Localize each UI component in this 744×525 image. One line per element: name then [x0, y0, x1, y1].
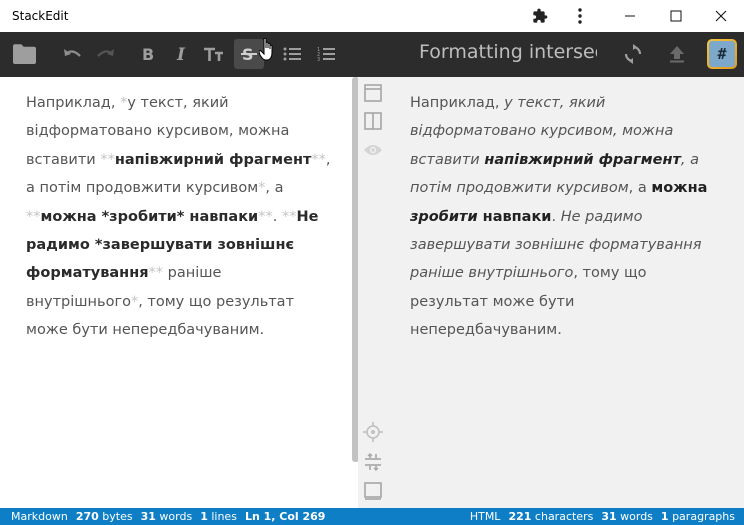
markdown-marker: ** [148, 265, 164, 282]
preview-mode-label: HTML [469, 510, 501, 523]
publish-icon[interactable] [662, 39, 692, 69]
lines-count: 1 [200, 510, 208, 523]
undo-icon[interactable] [57, 39, 87, 69]
maximize-icon[interactable] [653, 0, 699, 32]
scroll-sync-icon[interactable] [363, 422, 383, 442]
document-title[interactable]: Formatting intersecting [419, 41, 597, 63]
text-run: , а [628, 180, 652, 197]
svg-text:3: 3 [317, 57, 320, 62]
status-bar: Markdown 270 bytes 31 words 1 lines Ln 1, Co… [0, 508, 744, 525]
preview-words-count: 31 [601, 510, 617, 523]
more-vert-icon[interactable] [557, 0, 603, 32]
bold-icon[interactable]: B [133, 39, 163, 69]
markdown-marker: ** [281, 208, 297, 225]
editor-content[interactable]: Наприклад, *у текст, який відформатовано… [26, 89, 336, 345]
sync-icon[interactable] [618, 39, 648, 69]
preview-words-label: words [620, 510, 653, 523]
words-label: words [159, 510, 193, 523]
minimize-icon[interactable] [607, 0, 653, 32]
characters-label: characters [534, 510, 594, 523]
markdown-editor[interactable]: Наприклад, *у текст, який відформатовано… [0, 77, 356, 508]
bullet-list-icon[interactable] [277, 39, 307, 69]
paragraphs-count: 1 [660, 510, 669, 523]
toggle-statusbar-icon-bottom[interactable] [363, 481, 383, 501]
bold-text: можна *зробити* навпаки [40, 208, 259, 225]
svg-text:I: I [176, 46, 186, 62]
markdown-marker: ** [258, 208, 273, 225]
cursor-position: Ln 1, Col 269 [244, 510, 326, 523]
window-title: StackEdit [12, 9, 69, 23]
side-button-bar [358, 77, 388, 508]
text-run: . [551, 208, 561, 225]
heading-icon[interactable] [199, 39, 229, 69]
window-titlebar: StackEdit [0, 0, 744, 32]
bold-text: можна [651, 180, 708, 197]
preview-stats: HTML 221 characters 31 words 1 paragraphs [470, 508, 735, 525]
editor-mode-label: Markdown [11, 510, 68, 523]
markdown-marker: ** [311, 151, 326, 168]
text-run: Наприклад, [410, 95, 505, 111]
toggle-side-preview-icon[interactable] [363, 111, 383, 131]
bold-italic-text: зробити [410, 208, 478, 225]
toggle-status-bar-icon[interactable] [363, 452, 383, 472]
folder-icon[interactable] [9, 39, 39, 69]
toggle-navigation-bar-icon[interactable] [363, 83, 383, 103]
preview-content: Наприклад, у текст, який відформатовано … [410, 89, 726, 345]
bold-text: напівжирний фрагмент [114, 151, 312, 168]
bytes-count: 270 [75, 510, 99, 523]
markdown-marker: ** [26, 208, 41, 225]
workspace-avatar[interactable]: # [707, 39, 737, 69]
italic-icon[interactable]: I [167, 39, 197, 69]
html-preview: Наприклад, у текст, який відформатовано … [388, 77, 744, 508]
bold-text: навпаки [477, 208, 552, 225]
text-run: Наприклад, [26, 95, 121, 111]
workspace-avatar-glyph: # [709, 41, 735, 67]
svg-text:B: B [142, 46, 154, 62]
bytes-label: bytes [102, 510, 133, 523]
redo-icon[interactable] [91, 39, 121, 69]
words-count: 31 [140, 510, 156, 523]
editor-toolbar: B I S 123 Formatting intersecting [0, 32, 744, 77]
bold-italic-text: напівжирний фрагмент [484, 151, 681, 168]
numbered-list-icon[interactable]: 123 [311, 39, 341, 69]
hand-cursor-icon [258, 37, 277, 66]
paragraphs-label: paragraphs [672, 510, 735, 523]
toggle-preview-icon[interactable] [363, 140, 383, 160]
characters-count: 221 [508, 510, 532, 523]
text-run: . [272, 208, 282, 225]
lines-label: lines [211, 510, 237, 523]
markdown-marker: ** [100, 151, 115, 168]
text-run: , а [265, 180, 284, 197]
editor-stats: Markdown 270 bytes 31 words 1 lines Ln 1, Co… [11, 508, 325, 525]
close-icon[interactable] [698, 0, 744, 32]
